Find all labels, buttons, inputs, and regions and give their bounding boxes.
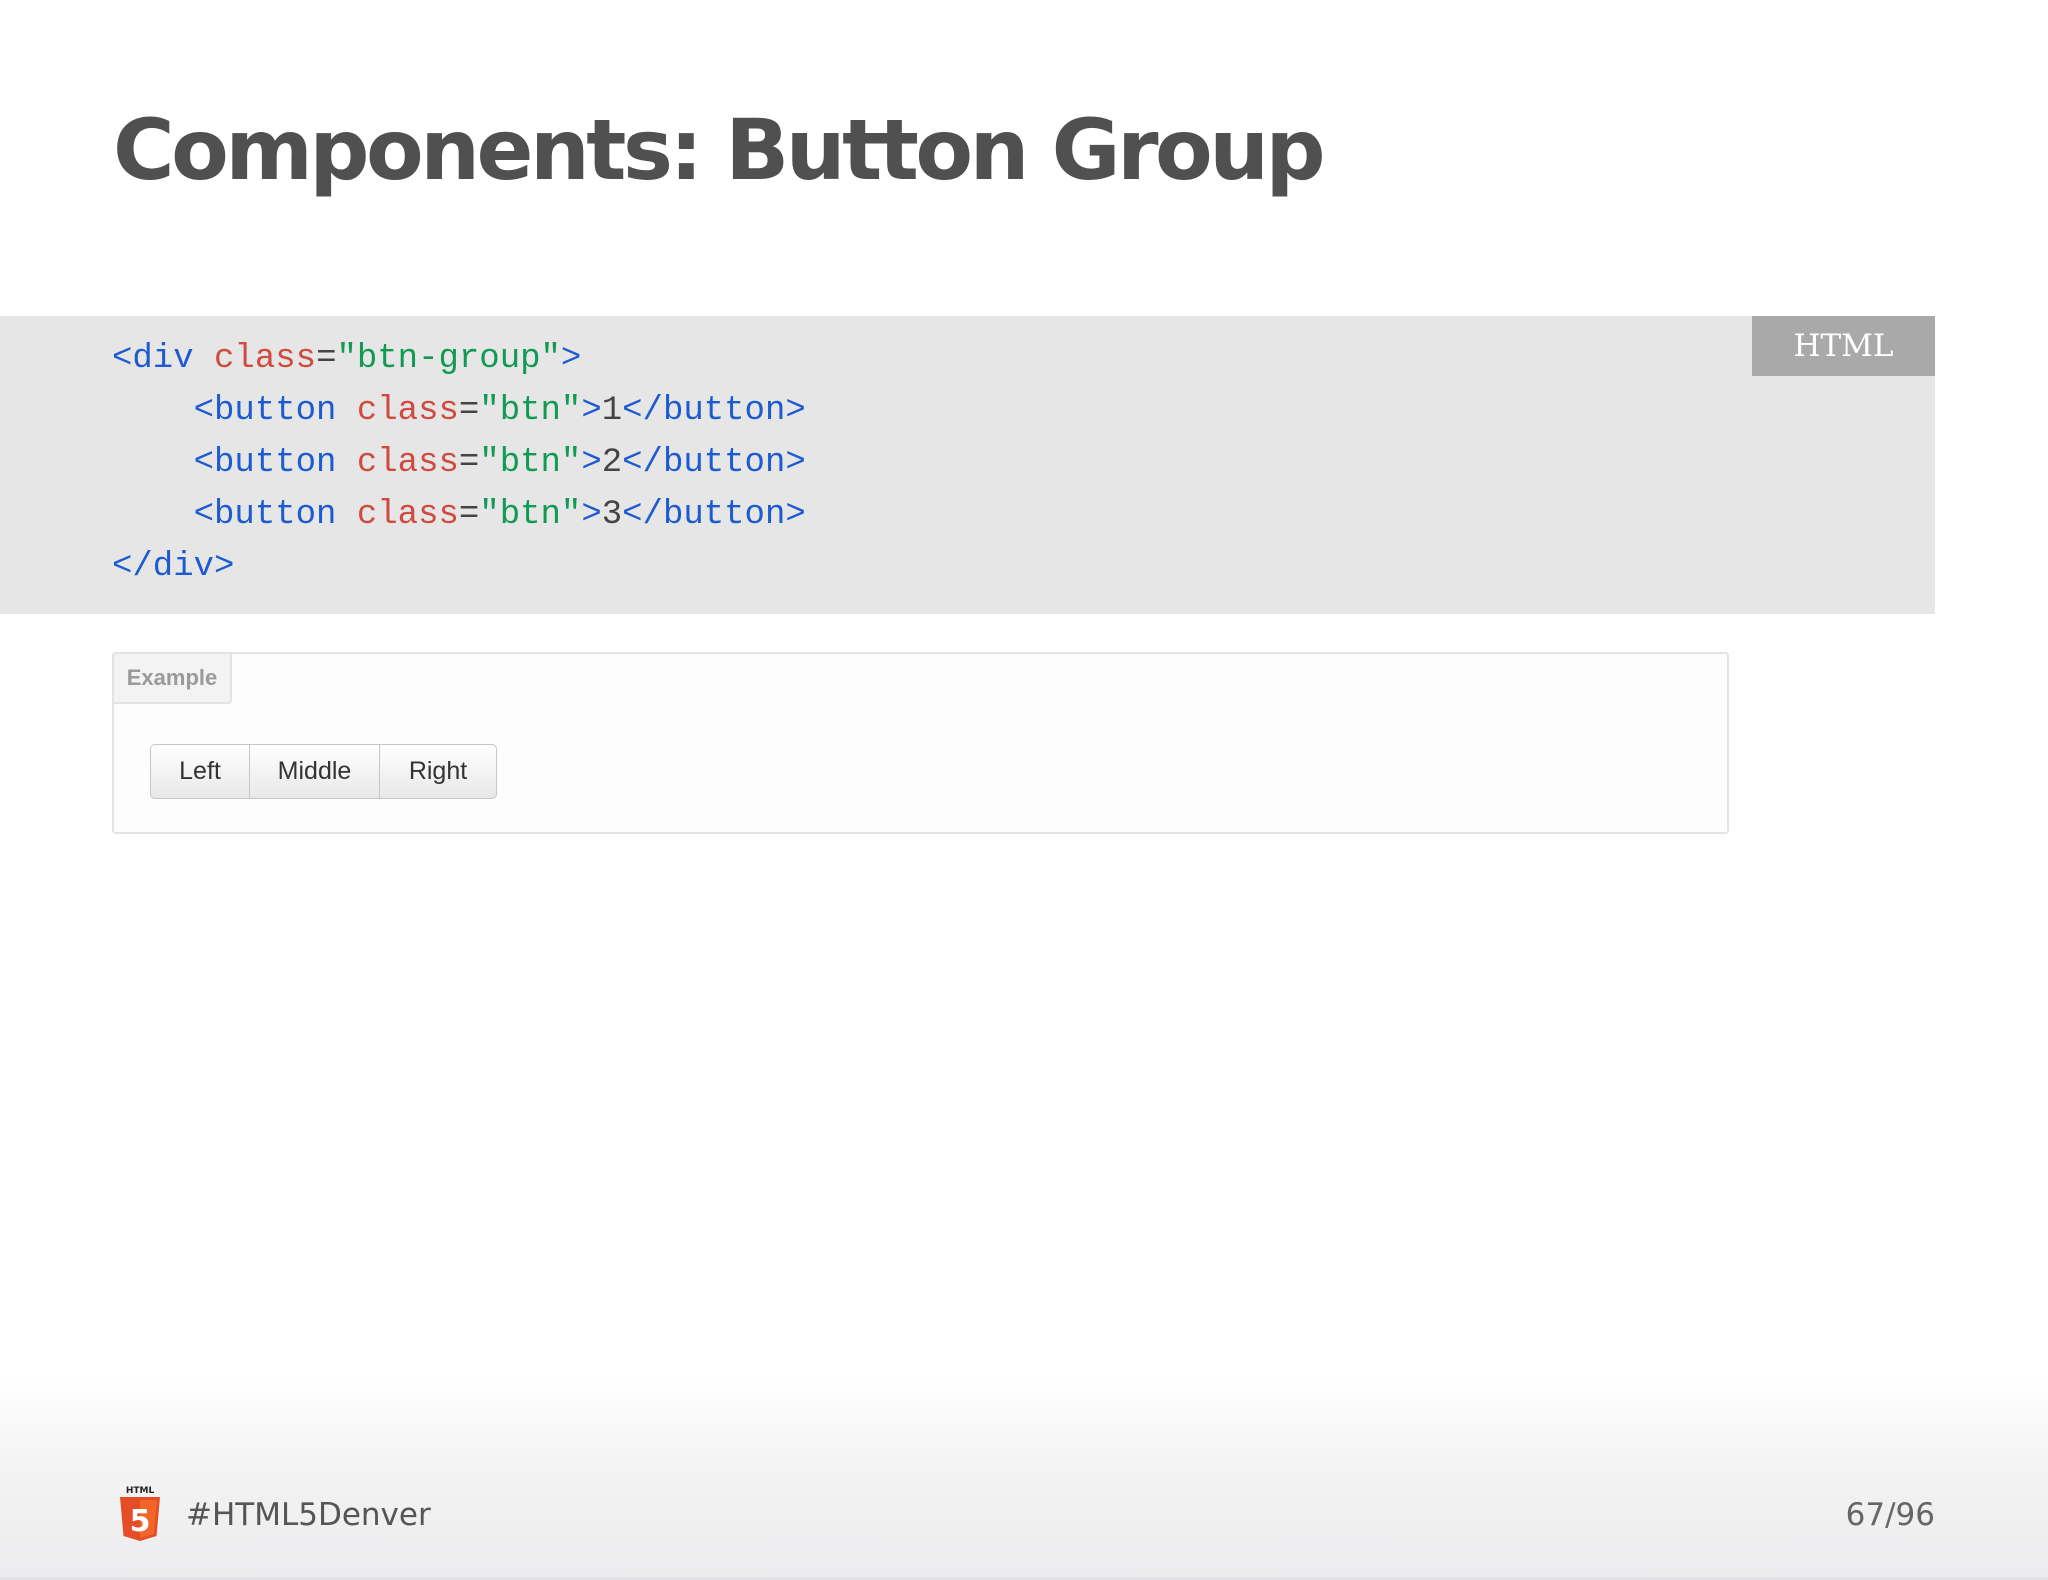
code-token: <button — [193, 444, 357, 482]
slide: Components: Button Group HTML <div class… — [0, 0, 2048, 1580]
code-token: </button> — [622, 444, 806, 482]
code-token: 1 — [601, 392, 623, 430]
code-token: <button — [193, 496, 357, 534]
code-token: > — [581, 444, 602, 482]
code-token: <div — [112, 340, 215, 378]
code-token: "btn" — [479, 496, 582, 534]
code-token: class — [356, 392, 459, 430]
code-token: 2 — [601, 444, 623, 482]
code-token: </button> — [622, 496, 806, 534]
code-token: "btn" — [479, 444, 582, 482]
code-token: > — [560, 340, 582, 378]
code-token: = — [458, 392, 480, 430]
code-line: </div> — [112, 548, 234, 586]
code-listing: <div class="btn-group"> <button class="b… — [112, 333, 806, 593]
html5-logo-number: 5 — [130, 1504, 151, 1539]
code-token: class — [214, 340, 317, 378]
code-token: "btn" — [479, 392, 582, 430]
code-token: </button> — [622, 392, 806, 430]
code-line: <button class="btn">3</button> — [112, 496, 806, 534]
code-line: <button class="btn">2</button> — [112, 444, 806, 482]
left-button[interactable]: Left — [150, 744, 250, 799]
code-token: class — [356, 496, 459, 534]
code-language-badge: HTML — [1752, 316, 1935, 376]
html5-logo-icon: HTML 5 — [120, 1486, 160, 1541]
code-line: <div class="btn-group"> — [112, 340, 581, 378]
code-token: = — [316, 340, 337, 378]
html5-logo-text: HTML — [126, 1486, 155, 1496]
page-indicator: 67/96 — [1845, 1497, 1935, 1533]
footer-hashtag: #HTML5Denver — [186, 1497, 431, 1533]
code-token: > — [581, 392, 602, 430]
code-token: <button — [193, 392, 357, 430]
example-label: Example — [112, 652, 232, 704]
middle-button[interactable]: Middle — [249, 744, 380, 799]
code-token: class — [356, 444, 459, 482]
code-token: "btn-group" — [336, 340, 561, 378]
code-line: <button class="btn">1</button> — [112, 392, 806, 430]
button-group: Left Middle Right — [150, 744, 497, 799]
code-token: = — [458, 444, 480, 482]
code-token: </div> — [112, 548, 235, 586]
code-token: > — [581, 496, 602, 534]
code-token: = — [458, 496, 480, 534]
example-panel: Example Left Middle Right — [112, 652, 1729, 834]
code-block: HTML <div class="btn-group"> <button cla… — [0, 316, 1935, 614]
slide-title: Components: Button Group — [113, 101, 1326, 199]
right-button[interactable]: Right — [379, 744, 497, 799]
code-token: 3 — [601, 496, 623, 534]
